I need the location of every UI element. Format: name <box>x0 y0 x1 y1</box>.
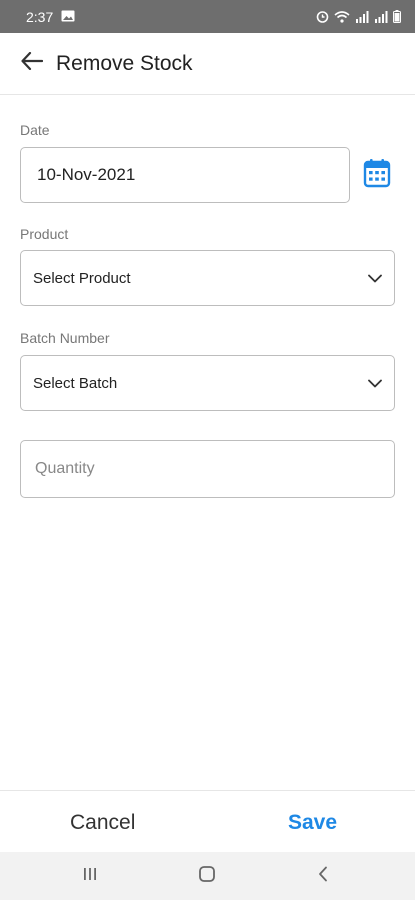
product-label: Product <box>20 226 69 242</box>
quantity-input[interactable] <box>35 441 394 497</box>
quantity-field[interactable] <box>20 440 395 498</box>
chevron-down-icon <box>368 270 382 287</box>
image-icon <box>61 9 75 25</box>
bottom-action-bar: Cancel Save <box>0 790 415 852</box>
status-bar: 2:37 <box>0 0 415 33</box>
battery-icon <box>393 10 401 23</box>
status-time: 2:37 <box>26 8 54 25</box>
signal-icon <box>355 10 369 23</box>
recents-icon <box>82 867 98 886</box>
batch-label: Batch Number <box>20 330 110 346</box>
wifi-icon <box>334 10 350 23</box>
cancel-button[interactable]: Cancel <box>70 811 135 835</box>
status-right <box>316 10 401 23</box>
save-button[interactable]: Save <box>288 811 337 835</box>
home-icon <box>198 865 216 888</box>
nav-back-button[interactable] <box>311 864 335 888</box>
back-nav-icon <box>318 866 328 887</box>
calendar-button[interactable] <box>360 158 394 192</box>
batch-select[interactable]: Select Batch <box>20 355 395 411</box>
chevron-down-icon <box>368 375 382 392</box>
home-button[interactable] <box>195 864 219 888</box>
app-bar: Remove Stock <box>0 33 415 95</box>
product-select[interactable]: Select Product <box>20 250 395 306</box>
system-nav-bar <box>0 852 415 900</box>
status-left: 2:37 <box>26 9 75 25</box>
alarm-icon <box>316 10 329 23</box>
batch-select-value: Select Batch <box>33 374 118 392</box>
signal-icon <box>374 10 388 23</box>
page-title: Remove Stock <box>56 51 193 75</box>
date-value: 10-Nov-2021 <box>37 165 136 184</box>
recents-button[interactable] <box>78 864 102 888</box>
calendar-icon <box>363 158 391 193</box>
date-label: Date <box>20 122 50 138</box>
back-button[interactable] <box>12 44 52 84</box>
date-field[interactable]: 10-Nov-2021 <box>20 147 350 203</box>
arrow-left-icon <box>21 51 44 75</box>
product-select-value: Select Product <box>33 269 131 287</box>
